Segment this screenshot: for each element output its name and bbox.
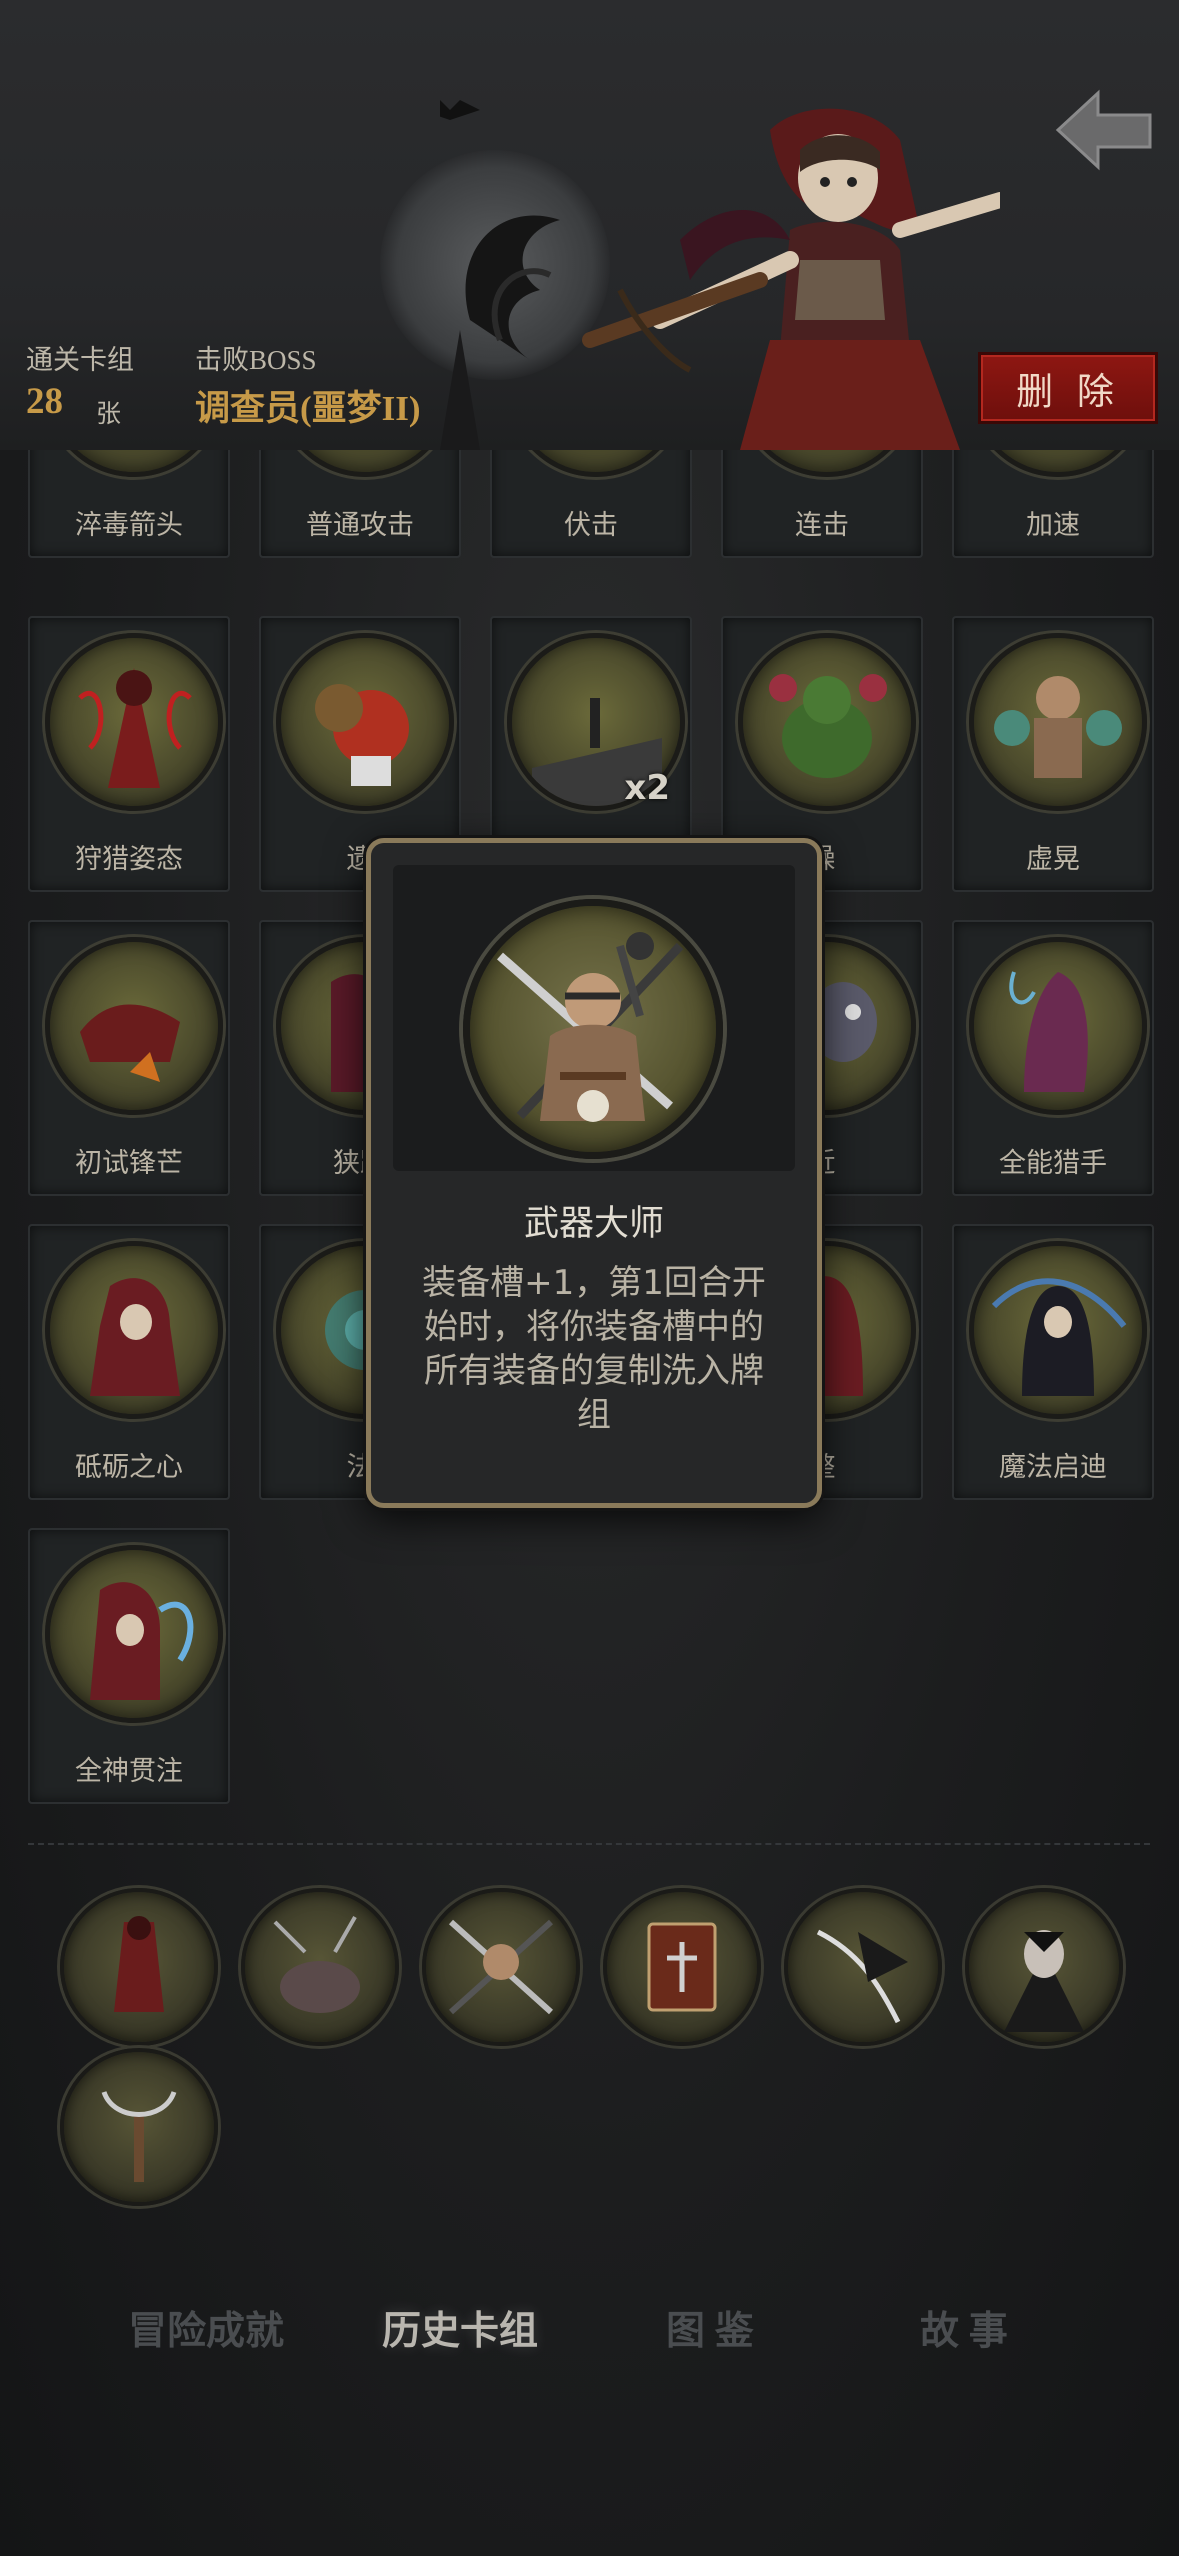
card-art — [45, 1241, 223, 1419]
card[interactable]: 普通攻击 — [259, 450, 461, 558]
card[interactable]: 淬毒箭头 — [28, 450, 230, 558]
card[interactable]: 连击 — [721, 450, 923, 558]
card-name: 魔法启迪 — [999, 1452, 1107, 1483]
card-art — [276, 450, 454, 477]
count-badge: x2 — [624, 768, 670, 808]
delete-button[interactable]: 删 除 — [978, 352, 1158, 424]
card-art — [969, 450, 1147, 477]
popup-art-frame — [393, 865, 795, 1171]
back-button[interactable] — [1050, 85, 1160, 175]
fallen-beast-icon[interactable] — [241, 1888, 399, 2046]
popup-title: 武器大师 — [523, 1204, 664, 1244]
card-name: 普通攻击 — [306, 510, 414, 541]
card-art — [738, 450, 916, 477]
card-art — [45, 633, 223, 811]
card-art — [45, 1545, 223, 1723]
card-name: 淬毒箭头 — [75, 510, 183, 541]
boss-label: 击败BOSS — [195, 345, 317, 375]
tab-achievements[interactable]: 冒险成就 — [128, 2300, 284, 2356]
popup-description: 装备槽+1，第1回合开始时，将你装备槽中的所有装备的复制洗入牌组 — [422, 1263, 766, 1435]
card-name: 加速 — [1026, 510, 1080, 541]
card[interactable]: 加速 — [952, 450, 1154, 558]
card[interactable]: 砥砺之心 — [28, 1224, 230, 1500]
holy-book-icon[interactable] — [603, 1888, 761, 2046]
card[interactable]: 全神贯注 — [28, 1528, 230, 1804]
header-banner: 通关卡组 28 张 击败BOSS 调查员(噩梦II) 删 除 — [0, 0, 1179, 450]
hunter-icon[interactable] — [60, 1888, 218, 2046]
clear-deck-unit: 张 — [96, 399, 122, 428]
card-name: 虚晃 — [1026, 844, 1080, 875]
card-art — [969, 937, 1147, 1115]
card-name: 初试锋芒 — [75, 1148, 183, 1179]
grappling-hook-icon[interactable] — [60, 2048, 218, 2206]
card-detail-popup[interactable]: 武器大师 装备槽+1，第1回合开始时，将你装备槽中的所有装备的复制洗入牌组 — [366, 838, 822, 1508]
card[interactable]: 伏击 — [490, 450, 692, 558]
card[interactable]: 初试锋芒 — [28, 920, 230, 1196]
card[interactable]: 虚晃 — [952, 616, 1154, 892]
tab-history-deck[interactable]: 历史卡组 — [382, 2300, 538, 2356]
vampire-icon[interactable] — [965, 1888, 1123, 2046]
card-name: 连击 — [795, 510, 849, 541]
weapon-master-icon[interactable] — [422, 1888, 580, 2046]
card-art — [738, 633, 916, 811]
card-art — [969, 633, 1147, 811]
slash-icon[interactable] — [784, 1888, 942, 2046]
card-art — [45, 450, 223, 477]
card-name: 伏击 — [564, 510, 618, 541]
clear-deck-label: 通关卡组 — [26, 345, 134, 375]
card-name: 砥砺之心 — [75, 1452, 183, 1483]
card-art — [45, 937, 223, 1115]
tab-story[interactable]: 故 事 — [920, 2300, 1008, 2356]
card-name: 狩猎姿态 — [75, 844, 183, 875]
card-art — [276, 633, 454, 811]
card[interactable]: 狩猎姿态 — [28, 616, 230, 892]
weapon-master-icon — [463, 899, 723, 1159]
back-arrow-icon — [1055, 89, 1152, 171]
clear-deck-count: 28 — [26, 381, 63, 422]
card-name: 全神贯注 — [75, 1756, 183, 1787]
card-name: 全能猎手 — [999, 1148, 1107, 1179]
bottom-tabbar: 冒险成就 历史卡组 图 鉴 故 事 — [0, 2300, 1179, 2380]
tab-codex[interactable]: 图 鉴 — [666, 2300, 754, 2356]
card-art — [969, 1241, 1147, 1419]
card-art — [507, 450, 685, 477]
card[interactable]: 魔法启迪 — [952, 1224, 1154, 1500]
card[interactable]: 全能猎手 — [952, 920, 1154, 1196]
hero-illustration — [440, 100, 1000, 450]
boss-name: 调查员(噩梦II) — [195, 389, 421, 428]
divider — [28, 1843, 1150, 1845]
